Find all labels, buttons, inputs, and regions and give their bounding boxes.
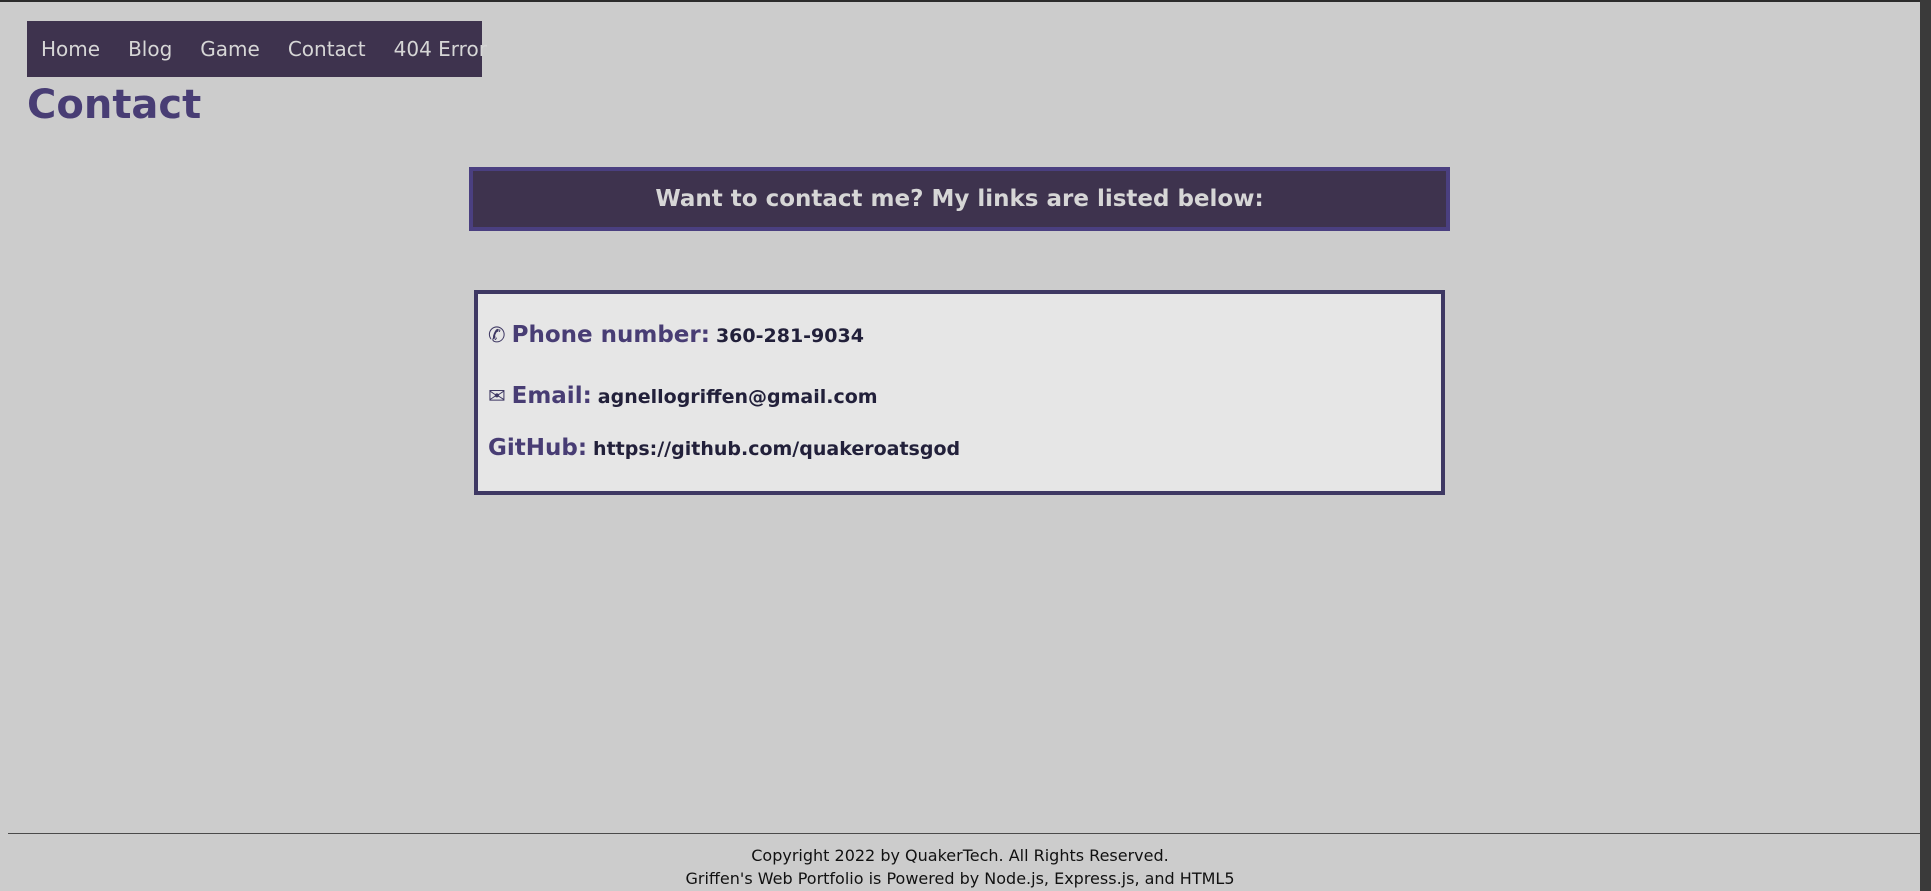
- github-label: GitHub:: [488, 435, 588, 461]
- phone-label: Phone number:: [511, 322, 710, 348]
- page: Home Blog Game Contact 404 Error Contact…: [0, 0, 1920, 891]
- contact-info-panel: ✆ Phone number: 360-281-9034 ✉ Email: ag…: [474, 290, 1445, 495]
- envelope-icon: ✉: [488, 384, 506, 408]
- nav-link-404-error[interactable]: 404 Error: [394, 37, 487, 61]
- github-link[interactable]: https://github.com/quakeroatsgod: [593, 438, 960, 460]
- email-label: Email:: [511, 383, 592, 409]
- github-row: GitHub: https://github.com/quakeroatsgod: [488, 435, 960, 461]
- window-edge: [1920, 0, 1931, 891]
- page-title: Contact: [27, 82, 202, 128]
- email-value[interactable]: agnellogriffen@gmail.com: [598, 386, 878, 408]
- footer-powered-by: Griffen's Web Portfolio is Powered by No…: [685, 869, 1235, 888]
- footer-copyright: Copyright 2022 by QuakerTech. All Rights…: [751, 846, 1169, 865]
- banner-text: Want to contact me? My links are listed …: [655, 186, 1264, 212]
- nav-link-contact[interactable]: Contact: [288, 37, 366, 61]
- nav-link-game[interactable]: Game: [200, 37, 260, 61]
- nav-link-blog[interactable]: Blog: [128, 37, 172, 61]
- top-nav: Home Blog Game Contact 404 Error: [27, 21, 487, 77]
- phone-icon: ✆: [488, 323, 506, 347]
- contact-banner: Want to contact me? My links are listed …: [469, 167, 1450, 231]
- footer: Copyright 2022 by QuakerTech. All Rights…: [0, 844, 1920, 890]
- nav-link-home[interactable]: Home: [41, 37, 100, 61]
- footer-divider: [8, 833, 1920, 834]
- phone-value[interactable]: 360-281-9034: [716, 325, 864, 347]
- phone-row: ✆ Phone number: 360-281-9034: [488, 322, 864, 348]
- email-row: ✉ Email: agnellogriffen@gmail.com: [488, 383, 878, 409]
